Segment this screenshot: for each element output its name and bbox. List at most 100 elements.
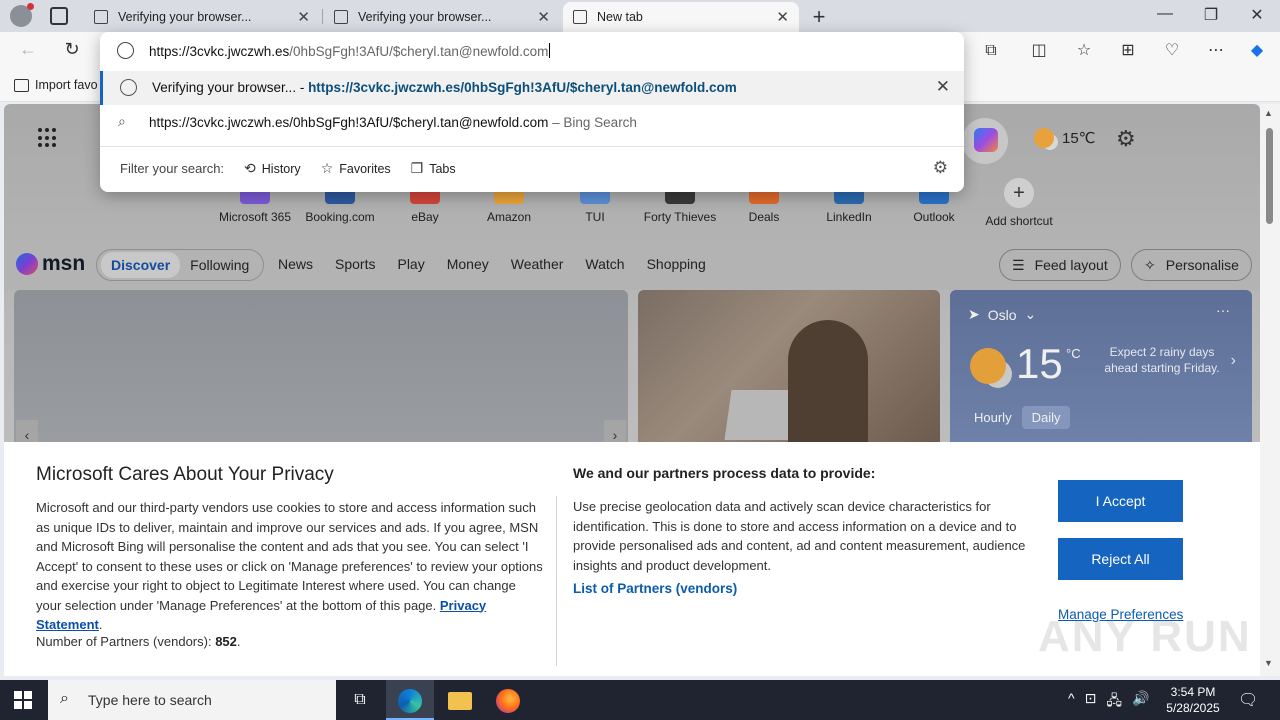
nav-shopping[interactable]: Shopping [647,256,706,272]
nav-sports[interactable]: Sports [335,256,375,272]
suggestion-search[interactable]: ⌕ https://3cvkc.jwczwh.es/0hbSgFgh!3AfU/… [100,106,964,140]
taskbar-edge[interactable] [386,680,434,720]
plus-icon: + [1004,178,1034,208]
msn-feed-bar: msn Discover Following News Sports Play … [4,240,1260,290]
weather-widget[interactable]: 15℃ [1034,128,1096,148]
close-tab-icon[interactable]: ✕ [297,8,310,26]
refresh-button[interactable]: ↻ [60,39,84,60]
tab-discover[interactable]: Discover [101,252,181,278]
page-scrollbar[interactable]: ▲ ▼ [1260,104,1280,676]
scroll-down-icon[interactable]: ▼ [1264,658,1273,668]
close-tab-icon[interactable]: ✕ [776,8,789,26]
page-settings-icon[interactable]: ⚙ [1116,126,1136,152]
url-path: /0hbSgFgh!3AfU/$cheryl.tan@newfold.com [289,44,549,59]
browser-tab-active[interactable]: New tab ✕ [563,2,799,32]
tab-strip: Verifying your browser... ✕ Verifying yo… [0,0,1280,32]
network-icon[interactable]: 🖧 [1106,690,1122,714]
history-icon: ⟲ [244,160,256,176]
scroll-up-icon[interactable]: ▲ [1264,108,1273,118]
taskbar-firefox[interactable] [484,680,532,720]
import-favorites-button[interactable]: Import favo [14,78,98,92]
nav-news[interactable]: News [278,256,313,272]
show-hidden-icons-icon[interactable]: ^ [1068,690,1075,714]
volume-icon[interactable]: 🔊 [1132,690,1149,714]
close-tab-icon[interactable]: ✕ [537,8,550,26]
chevron-right-icon[interactable]: › [1231,352,1236,370]
more-options-icon[interactable]: ··· [1216,302,1230,318]
nav-money[interactable]: Money [447,256,489,272]
shortcut-label: Microsoft 365 [218,210,292,224]
daily-toggle[interactable]: Daily [1021,406,1071,429]
back-button[interactable]: ← [16,39,40,60]
new-tab-button[interactable]: + [808,4,830,30]
partners-list-link[interactable]: List of Partners (vendors) [573,581,737,596]
taskbar-clock[interactable]: 3:54 PM 5/28/2025 [1158,684,1228,716]
collections-icon[interactable]: ⊞ [1117,40,1139,62]
taskbar-search-placeholder: Type here to search [88,692,212,708]
manage-preferences-link[interactable]: Manage Preferences [1058,607,1183,622]
tab-following[interactable]: Following [180,257,259,273]
minimize-button[interactable]: — [1150,5,1180,23]
search-icon: ⌕ [60,690,69,707]
extensions-icon[interactable]: ⧉ [980,40,1002,62]
text-caret [549,43,551,58]
maximize-button[interactable]: ❐ [1196,5,1226,25]
taskbar-file-explorer[interactable] [436,680,484,720]
weather-location[interactable]: ➤ Oslo ⌄ [968,306,1036,323]
split-screen-icon[interactable]: ◫ [1028,40,1050,62]
tab-actions-icon[interactable] [50,7,68,25]
chevron-down-icon: ⌄ [1024,306,1037,322]
hero-news-card[interactable]: ‹ › [14,290,628,450]
performance-icon[interactable]: ♡ [1161,40,1183,62]
personalise-button[interactable]: ✧ Personalise [1131,249,1252,281]
filter-favorites[interactable]: ☆ Favorites [321,160,391,177]
profile-avatar-icon[interactable] [10,3,34,27]
suggestion-text: Verifying your browser... - https://3cvk… [152,80,737,95]
feed-layout-button[interactable]: ☰ Feed layout [999,249,1121,281]
url-host: https://3cvkc.jwczwh.es [149,44,290,59]
filter-history[interactable]: ⟲ History [244,160,301,177]
privacy-description: Use precise geolocation data and activel… [573,499,1026,573]
msn-logo[interactable]: msn [16,252,85,276]
news-card-photo[interactable] [638,290,940,450]
address-bar[interactable]: https://3cvkc.jwczwh.es/0hbSgFgh!3AfU/$c… [100,32,964,70]
task-view-button[interactable]: ⧉ [336,680,384,720]
windows-start-icon[interactable] [14,691,32,709]
address-input[interactable]: https://3cvkc.jwczwh.es/0hbSgFgh!3AfU/$c… [149,43,551,59]
more-icon[interactable]: ⋯ [1205,40,1227,62]
temperature-unit[interactable]: °C [1066,346,1081,361]
partners-count: Number of Partners (vendors): 852. [36,634,241,649]
hourly-toggle[interactable]: Hourly [964,406,1022,429]
suggestion-history[interactable]: Verifying your browser... - https://3cvk… [100,71,964,105]
nav-watch[interactable]: Watch [585,256,624,272]
scrollbar-thumb[interactable] [1266,128,1273,224]
device-icon[interactable]: ⊡ [1085,690,1097,714]
shortcut-label: TUI [585,210,605,224]
filter-history-label: History [261,161,301,176]
weather-card[interactable]: ➤ Oslo ⌄ ··· 15 °C Expect 2 rainy days a… [950,290,1252,450]
copilot-icon[interactable]: ◆ [1246,40,1268,62]
search-settings-icon[interactable]: ⚙ [933,158,948,178]
notifications-icon[interactable]: 🗨 [1238,690,1258,710]
add-shortcut-button[interactable]: + Add shortcut [974,178,1064,228]
app-launcher-icon[interactable] [38,128,58,148]
globe-icon [120,79,137,96]
privacy-subtitle: We and our partners process data to prov… [573,465,876,481]
privacy-consent-banner: Microsoft Cares About Your Privacy Micro… [4,442,1260,676]
feed-layout-label: Feed layout [1034,257,1108,273]
nav-weather[interactable]: Weather [511,256,564,272]
browser-tab[interactable]: Verifying your browser... ✕ [84,2,320,32]
nav-play[interactable]: Play [397,256,424,272]
filter-tabs[interactable]: ❐ Tabs [411,160,456,177]
reject-all-button[interactable]: Reject All [1058,538,1183,580]
close-window-button[interactable]: ✕ [1242,5,1272,25]
browser-tab[interactable]: Verifying your browser... ✕ [324,2,560,32]
personalise-label: Personalise [1165,257,1239,273]
favorites-icon[interactable]: ☆ [1073,40,1095,62]
taskbar-search-box[interactable]: ⌕ Type here to search [48,680,336,720]
filter-label: Filter your search: [120,161,225,176]
accept-button[interactable]: I Accept [1058,480,1183,522]
search-icon: ⌕ [118,113,126,129]
remove-suggestion-icon[interactable]: ✕ [936,77,950,97]
copilot-logo-icon [974,128,998,152]
